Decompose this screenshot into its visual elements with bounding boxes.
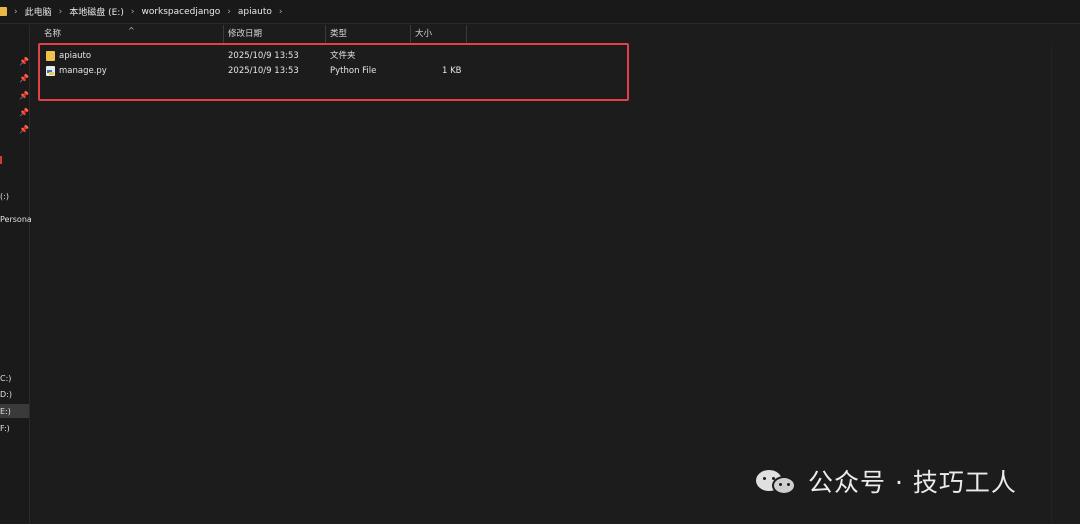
pin-icon: 📌: [19, 125, 29, 134]
pin-icon: 📌: [19, 57, 29, 66]
nav-item-drive-f[interactable]: F:): [0, 424, 10, 433]
sort-ascending-icon: ^: [128, 26, 135, 35]
column-header-row: 名称 ^ 修改日期 类型 大小: [31, 25, 1080, 43]
column-modified-label: 修改日期: [228, 29, 263, 39]
watermark-text: 公众号 · 技巧工人: [808, 468, 1017, 497]
navigation-pane[interactable]: 📌 📌 📌 📌 📌 (:) Persona C:) D:) E:) F:): [0, 25, 32, 524]
breadcrumb-local-disk[interactable]: 本地磁盘 (E:): [69, 5, 124, 18]
nav-item-drive[interactable]: (:): [0, 192, 9, 201]
column-size-label: 大小: [415, 29, 433, 39]
breadcrumb-this-pc[interactable]: 此电脑: [25, 5, 52, 18]
highlight-box: [38, 43, 629, 101]
column-type-label: 类型: [330, 29, 348, 39]
folder-icon: [0, 7, 7, 16]
watermark: 公众号 · 技巧工人: [756, 461, 1017, 501]
nav-accent-mark: [0, 156, 2, 164]
address-bar[interactable]: › 此电脑 › 本地磁盘 (E:) › workspacedjango › ap…: [0, 0, 1080, 24]
nav-item-personal[interactable]: Persona: [0, 215, 32, 224]
column-divider: [1051, 43, 1052, 524]
wechat-icon: [756, 464, 800, 498]
column-name-label: 名称: [44, 29, 62, 39]
chevron-right-icon[interactable]: ›: [227, 7, 231, 17]
breadcrumb-workspacedjango[interactable]: workspacedjango: [141, 7, 220, 17]
pin-icon: 📌: [19, 108, 29, 117]
chevron-right-icon[interactable]: ›: [131, 7, 135, 17]
pin-icon: 📌: [19, 91, 29, 100]
column-header-size[interactable]: 大小: [411, 25, 467, 43]
column-header-name[interactable]: 名称 ^: [31, 25, 224, 43]
chevron-right-icon[interactable]: ›: [279, 7, 283, 17]
chevron-right-icon[interactable]: ›: [59, 7, 63, 17]
column-header-modified[interactable]: 修改日期: [224, 25, 326, 43]
column-header-type[interactable]: 类型: [326, 25, 411, 43]
chevron-right-icon[interactable]: ›: [14, 7, 18, 17]
file-list-view[interactable]: 名称 ^ 修改日期 类型 大小 apiauto 2025/10/9 13:53 …: [31, 25, 1080, 524]
nav-item-drive-c[interactable]: C:): [0, 374, 11, 383]
breadcrumb-apiauto[interactable]: apiauto: [238, 7, 272, 17]
pin-icon: 📌: [19, 74, 29, 83]
nav-item-drive-d[interactable]: D:): [0, 390, 12, 399]
nav-item-drive-e[interactable]: E:): [0, 407, 11, 416]
